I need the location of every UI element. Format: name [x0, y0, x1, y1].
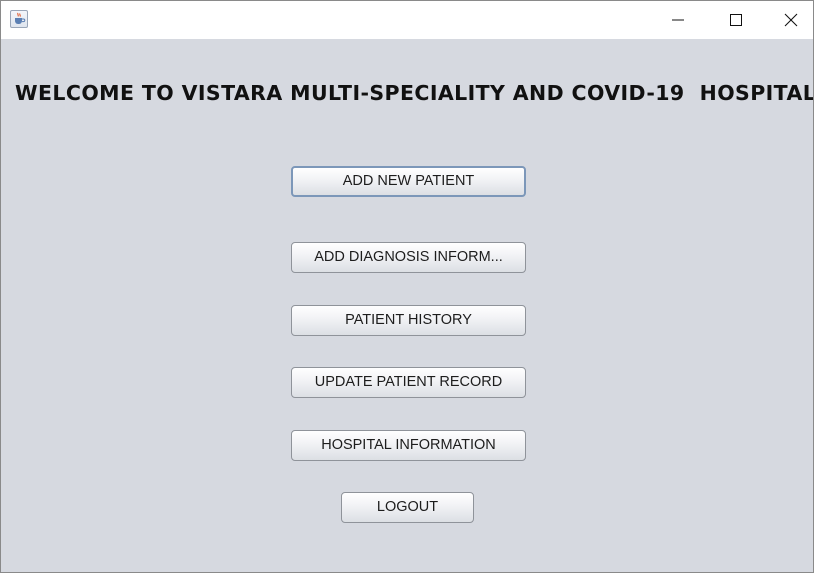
title-bar[interactable] [1, 1, 813, 39]
welcome-heading: WELCOME TO VISTARA MULTI-SPECIALITY AND … [15, 81, 814, 105]
maximize-button[interactable] [707, 1, 765, 39]
patient-history-button[interactable]: PATIENT HISTORY [291, 305, 526, 336]
close-icon [784, 13, 798, 27]
update-patient-record-button[interactable]: UPDATE PATIENT RECORD [291, 367, 526, 398]
application-window: WELCOME TO VISTARA MULTI-SPECIALITY AND … [0, 0, 814, 573]
minimize-icon [672, 19, 684, 21]
add-new-patient-button[interactable]: ADD NEW PATIENT [291, 166, 526, 197]
hospital-information-button[interactable]: HOSPITAL INFORMATION [291, 430, 526, 461]
main-panel: WELCOME TO VISTARA MULTI-SPECIALITY AND … [1, 39, 813, 572]
logout-button[interactable]: LOGOUT [341, 492, 474, 523]
minimize-button[interactable] [649, 1, 707, 39]
close-button[interactable] [765, 1, 813, 39]
add-diagnosis-button[interactable]: ADD DIAGNOSIS INFORM... [291, 242, 526, 273]
java-cup-icon[interactable] [10, 10, 28, 28]
maximize-icon [730, 14, 742, 26]
